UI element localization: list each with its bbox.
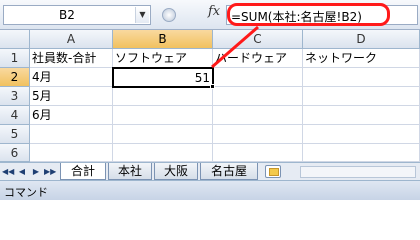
first-sheet-icon[interactable]: ◀◀ [2,166,14,178]
row-header-5[interactable]: 5 [0,125,30,144]
fill-handle[interactable] [210,84,215,89]
cell-b2[interactable]: 51 [112,67,214,88]
status-bar: コマンド [0,180,420,200]
sheet-tab-total[interactable]: 合計 [60,163,106,180]
select-all-corner[interactable] [0,30,30,49]
row-header-3[interactable]: 3 [0,87,30,106]
cell-a4[interactable]: 6月 [30,106,113,125]
cell-a5[interactable] [30,125,113,144]
cell-d2[interactable] [303,68,420,87]
sheet-tab-osaka[interactable]: 大阪 [154,163,198,180]
chevron-down-icon[interactable]: ▼ [135,7,149,23]
cell-a1[interactable]: 社員数-合計 [30,49,113,68]
cell-a3[interactable]: 5月 [30,87,113,106]
formula-bar-grip-icon[interactable] [162,8,176,22]
cell-c3[interactable] [213,87,303,106]
cell-a6[interactable] [30,144,113,162]
horizontal-scrollbar[interactable] [300,166,416,178]
insert-function-icon[interactable]: fx [208,4,220,19]
cell-c2[interactable] [213,68,303,87]
status-mode: コマンド [4,186,48,199]
sheet-tab-bar: ◀◀ ◀ ▶ ▶▶ 合計 本社 大阪 名古屋 [0,162,420,180]
last-sheet-icon[interactable]: ▶▶ [44,166,56,178]
cell-d5[interactable] [303,125,420,144]
formula-input[interactable]: =SUM(本社:名古屋!B2) [226,5,418,25]
row-header-1[interactable]: 1 [0,49,30,68]
cell-d3[interactable] [303,87,420,106]
cell-c1[interactable]: ハードウェア [213,49,303,68]
cell-c6[interactable] [213,144,303,162]
insert-sheet-icon[interactable] [265,165,281,178]
cell-b3[interactable] [113,87,213,106]
cell-c4[interactable] [213,106,303,125]
sheet-tab-honsha[interactable]: 本社 [108,163,152,180]
column-header-a[interactable]: A [30,30,113,49]
name-box-value: B2 [59,8,75,22]
formula-text: =SUM(本社:名古屋!B2) [231,10,362,24]
column-header-d[interactable]: D [303,30,420,49]
sheet-tab-nagoya[interactable]: 名古屋 [200,163,258,180]
cell-b5[interactable] [113,125,213,144]
cell-b1[interactable]: ソフトウェア [113,49,213,68]
prev-sheet-icon[interactable]: ◀ [16,166,28,178]
row-header-6[interactable]: 6 [0,144,30,162]
cell-d6[interactable] [303,144,420,162]
next-sheet-icon[interactable]: ▶ [30,166,42,178]
cell-c5[interactable] [213,125,303,144]
cell-d1[interactable]: ネットワーク [303,49,420,68]
cell-d4[interactable] [303,106,420,125]
name-box[interactable]: B2 ▼ [3,5,151,25]
cell-b6[interactable] [113,144,213,162]
column-header-c[interactable]: C [213,30,303,49]
formula-bar: B2 ▼ fx =SUM(本社:名古屋!B2) [0,0,420,30]
column-header-b[interactable]: B [113,30,213,49]
row-header-4[interactable]: 4 [0,106,30,125]
cell-b4[interactable] [113,106,213,125]
row-header-2[interactable]: 2 [0,68,30,87]
cell-a2[interactable]: 4月 [30,68,113,87]
